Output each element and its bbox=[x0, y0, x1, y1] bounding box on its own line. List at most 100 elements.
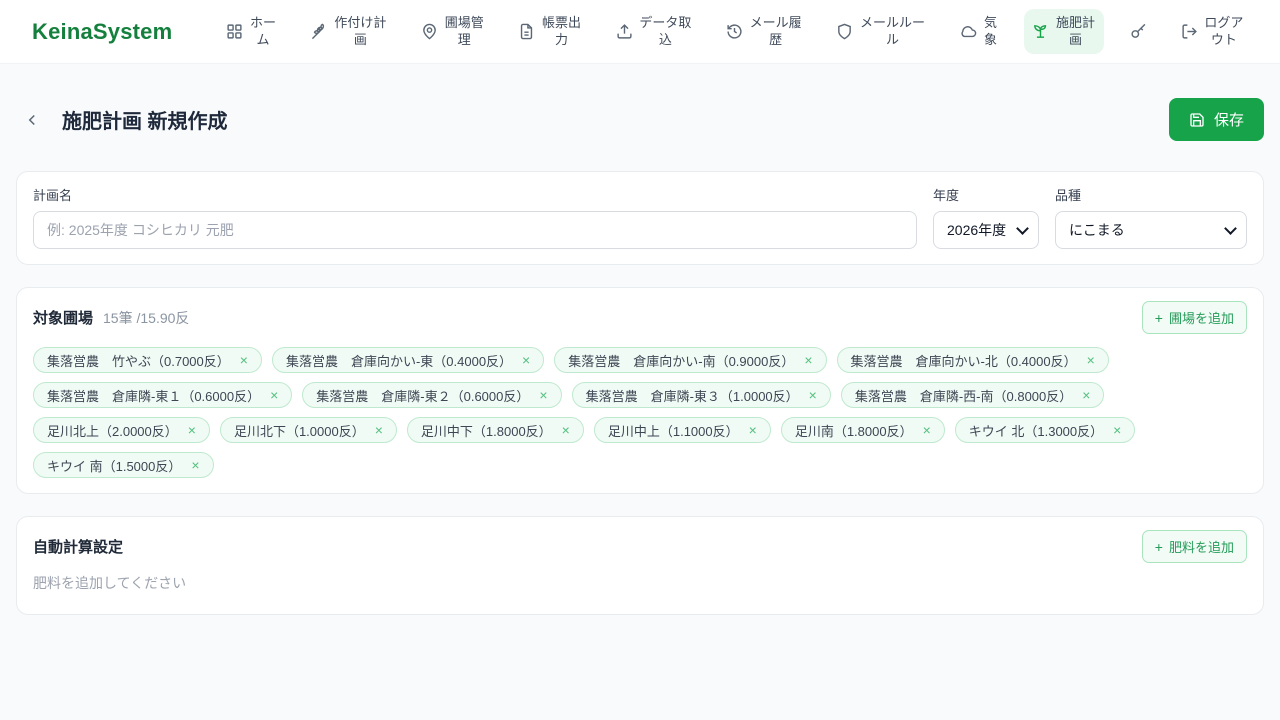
target-fields-title: 対象圃場 bbox=[33, 310, 94, 327]
add-fertilizer-button[interactable]: + 肥料を追加 bbox=[1141, 530, 1247, 563]
nav-item-password[interactable] bbox=[1122, 17, 1155, 46]
logout-icon bbox=[1181, 23, 1198, 40]
save-button[interactable]: 保存 bbox=[1168, 98, 1264, 141]
document-icon bbox=[518, 23, 535, 40]
target-fields-card: 対象圃場 15筆 /15.90反 + 圃場を追加 集落営農 竹やぶ（0.7000… bbox=[16, 287, 1264, 494]
nav-item-report-output[interactable]: 帳票出力 bbox=[510, 9, 589, 54]
field-tag-label: 集落営農 倉庫向かい-東（0.4000反） bbox=[285, 353, 513, 369]
field-tag: 足川南（1.8000反） × bbox=[780, 417, 945, 443]
remove-tag-icon[interactable]: × bbox=[804, 352, 812, 368]
remove-tag-icon[interactable]: × bbox=[1113, 422, 1121, 438]
field-tag: 集落営農 竹やぶ（0.7000反） × bbox=[33, 347, 262, 373]
field-tag: 集落営農 倉庫隣-東３（1.0000反） × bbox=[571, 382, 831, 408]
main-nav: ホーム 作付け計画 圃場管理 帳票出力 データ取込 メール履歴 メールルール 気… bbox=[218, 9, 1252, 54]
field-tag-label: 集落営農 倉庫隣-東２（0.6000反） bbox=[316, 388, 530, 404]
variety-select[interactable]: にこまる bbox=[1055, 211, 1247, 249]
app-logo: KeinaSystem bbox=[32, 18, 173, 44]
add-field-button[interactable]: + 圃場を追加 bbox=[1141, 301, 1247, 334]
remove-tag-icon[interactable]: × bbox=[240, 352, 248, 368]
year-label: 年度 bbox=[933, 188, 960, 203]
year-select[interactable]: 2026年度 bbox=[933, 211, 1039, 249]
grid-icon bbox=[226, 23, 243, 40]
field-tag: 足川中上（1.1000反） × bbox=[593, 417, 771, 443]
nav-label: 圃場管理 bbox=[444, 15, 484, 47]
nav-item-mail-history[interactable]: メール履歴 bbox=[718, 9, 810, 54]
cloud-icon bbox=[960, 23, 977, 40]
remove-tag-icon[interactable]: × bbox=[270, 387, 278, 403]
nav-item-fertilization-plan[interactable]: 施肥計画 bbox=[1024, 9, 1104, 54]
sprout-icon bbox=[1032, 23, 1049, 40]
plus-icon: + bbox=[1154, 309, 1163, 326]
nav-label: 作付け計画 bbox=[334, 15, 387, 47]
remove-tag-icon[interactable]: × bbox=[1082, 387, 1090, 403]
field-tag: キウイ 北（1.3000反） × bbox=[954, 417, 1136, 443]
fertilizer-empty-message: 肥料を追加してください bbox=[33, 575, 187, 591]
auto-calc-title: 自動計算設定 bbox=[33, 539, 124, 556]
field-tag-label: キウイ 北（1.3000反） bbox=[968, 423, 1104, 439]
remove-tag-icon[interactable]: × bbox=[539, 387, 547, 403]
nav-label: メール履歴 bbox=[749, 15, 802, 47]
nav-label: ログアウト bbox=[1204, 15, 1244, 47]
key-icon bbox=[1130, 23, 1147, 40]
nav-item-weather[interactable]: 気象 bbox=[952, 9, 1007, 54]
year-select-wrap: 2026年度 bbox=[933, 211, 1039, 249]
field-tag: 足川北上（2.0000反） × bbox=[33, 417, 210, 443]
field-tag: 集落営農 倉庫向かい-南（0.9000反） × bbox=[554, 347, 827, 373]
field-tag-label: 集落営農 倉庫向かい-北（0.4000反） bbox=[850, 353, 1077, 369]
nav-item-home[interactable]: ホーム bbox=[218, 9, 284, 54]
nav-item-field-management[interactable]: 圃場管理 bbox=[413, 9, 492, 54]
remove-tag-icon[interactable]: × bbox=[188, 422, 196, 438]
remove-tag-icon[interactable]: × bbox=[923, 422, 931, 438]
nav-item-planting-plan[interactable]: 作付け計画 bbox=[303, 9, 395, 54]
field-tag-label: 足川中上（1.1000反） bbox=[607, 423, 739, 439]
nav-item-mail-rules[interactable]: メールルール bbox=[828, 9, 933, 54]
field-tag: 集落営農 倉庫隣-西-南（0.8000反） × bbox=[840, 382, 1105, 408]
plus-icon: + bbox=[1154, 538, 1163, 555]
remove-tag-icon[interactable]: × bbox=[749, 422, 757, 438]
variety-label: 品種 bbox=[1055, 188, 1082, 203]
add-fertilizer-label: 肥料を追加 bbox=[1168, 540, 1234, 555]
page-title-bar: 施肥計画 新規作成 保存 bbox=[16, 98, 1264, 141]
remove-tag-icon[interactable]: × bbox=[375, 422, 383, 438]
save-button-label: 保存 bbox=[1213, 112, 1244, 129]
field-tag-label: キウイ 南（1.5000反） bbox=[47, 458, 182, 474]
back-button[interactable] bbox=[18, 106, 46, 134]
nav-label: ホーム bbox=[250, 15, 277, 47]
nav-label: 帳票出力 bbox=[542, 15, 582, 47]
field-tag: 足川中下（1.8000反） × bbox=[406, 417, 584, 443]
remove-tag-icon[interactable]: × bbox=[1087, 352, 1095, 368]
page-title: 施肥計画 新規作成 bbox=[62, 111, 228, 133]
remove-tag-icon[interactable]: × bbox=[809, 387, 817, 403]
auto-calc-card: 自動計算設定 + 肥料を追加 肥料を追加してください bbox=[16, 516, 1264, 615]
field-tag: キウイ 南（1.5000反） × bbox=[33, 452, 214, 478]
add-field-label: 圃場を追加 bbox=[1168, 311, 1234, 326]
field-tag-label: 集落営農 倉庫隣-西-南（0.8000反） bbox=[854, 388, 1073, 404]
remove-tag-icon[interactable]: × bbox=[191, 457, 199, 473]
plan-name-label: 計画名 bbox=[33, 188, 73, 203]
field-tag-label: 足川北下（1.0000反） bbox=[233, 423, 365, 439]
nav-item-logout[interactable]: ログアウト bbox=[1173, 9, 1252, 54]
nav-label: データ取込 bbox=[639, 15, 692, 47]
nav-label: 施肥計画 bbox=[1055, 15, 1095, 47]
field-tag: 足川北下（1.0000反） × bbox=[219, 417, 397, 443]
field-tag-label: 集落営農 倉庫向かい-南（0.9000反） bbox=[568, 353, 795, 369]
top-nav-bar: KeinaSystem ホーム 作付け計画 圃場管理 帳票出力 データ取込 メー… bbox=[0, 0, 1280, 64]
nav-item-data-import[interactable]: データ取込 bbox=[608, 9, 700, 54]
map-pin-icon bbox=[421, 23, 438, 40]
remove-tag-icon[interactable]: × bbox=[562, 422, 570, 438]
plan-name-input[interactable] bbox=[33, 211, 917, 249]
nav-label: 気象 bbox=[983, 15, 997, 47]
field-tag-label: 集落営農 倉庫隣-東３（1.0000反） bbox=[585, 388, 799, 404]
field-tag-label: 足川南（1.8000反） bbox=[794, 423, 913, 439]
target-fields-summary: 15筆 /15.90反 bbox=[103, 309, 190, 326]
field-tag-label: 集落営農 竹やぶ（0.7000反） bbox=[47, 353, 230, 369]
field-tag-label: 集落営農 倉庫隣-東１（0.6000反） bbox=[47, 388, 261, 404]
remove-tag-icon[interactable]: × bbox=[522, 352, 530, 368]
field-tag-label: 足川中下（1.8000反） bbox=[420, 423, 552, 439]
field-tag: 集落営農 倉庫隣-東１（0.6000反） × bbox=[33, 382, 293, 408]
variety-select-wrap: にこまる bbox=[1055, 211, 1247, 249]
field-tag: 集落営農 倉庫向かい-東（0.4000反） × bbox=[271, 347, 545, 373]
plan-form-card: 計画名 年度 2026年度 品種 にこまる bbox=[16, 171, 1264, 265]
wheat-icon bbox=[311, 23, 328, 40]
save-icon bbox=[1189, 112, 1205, 128]
